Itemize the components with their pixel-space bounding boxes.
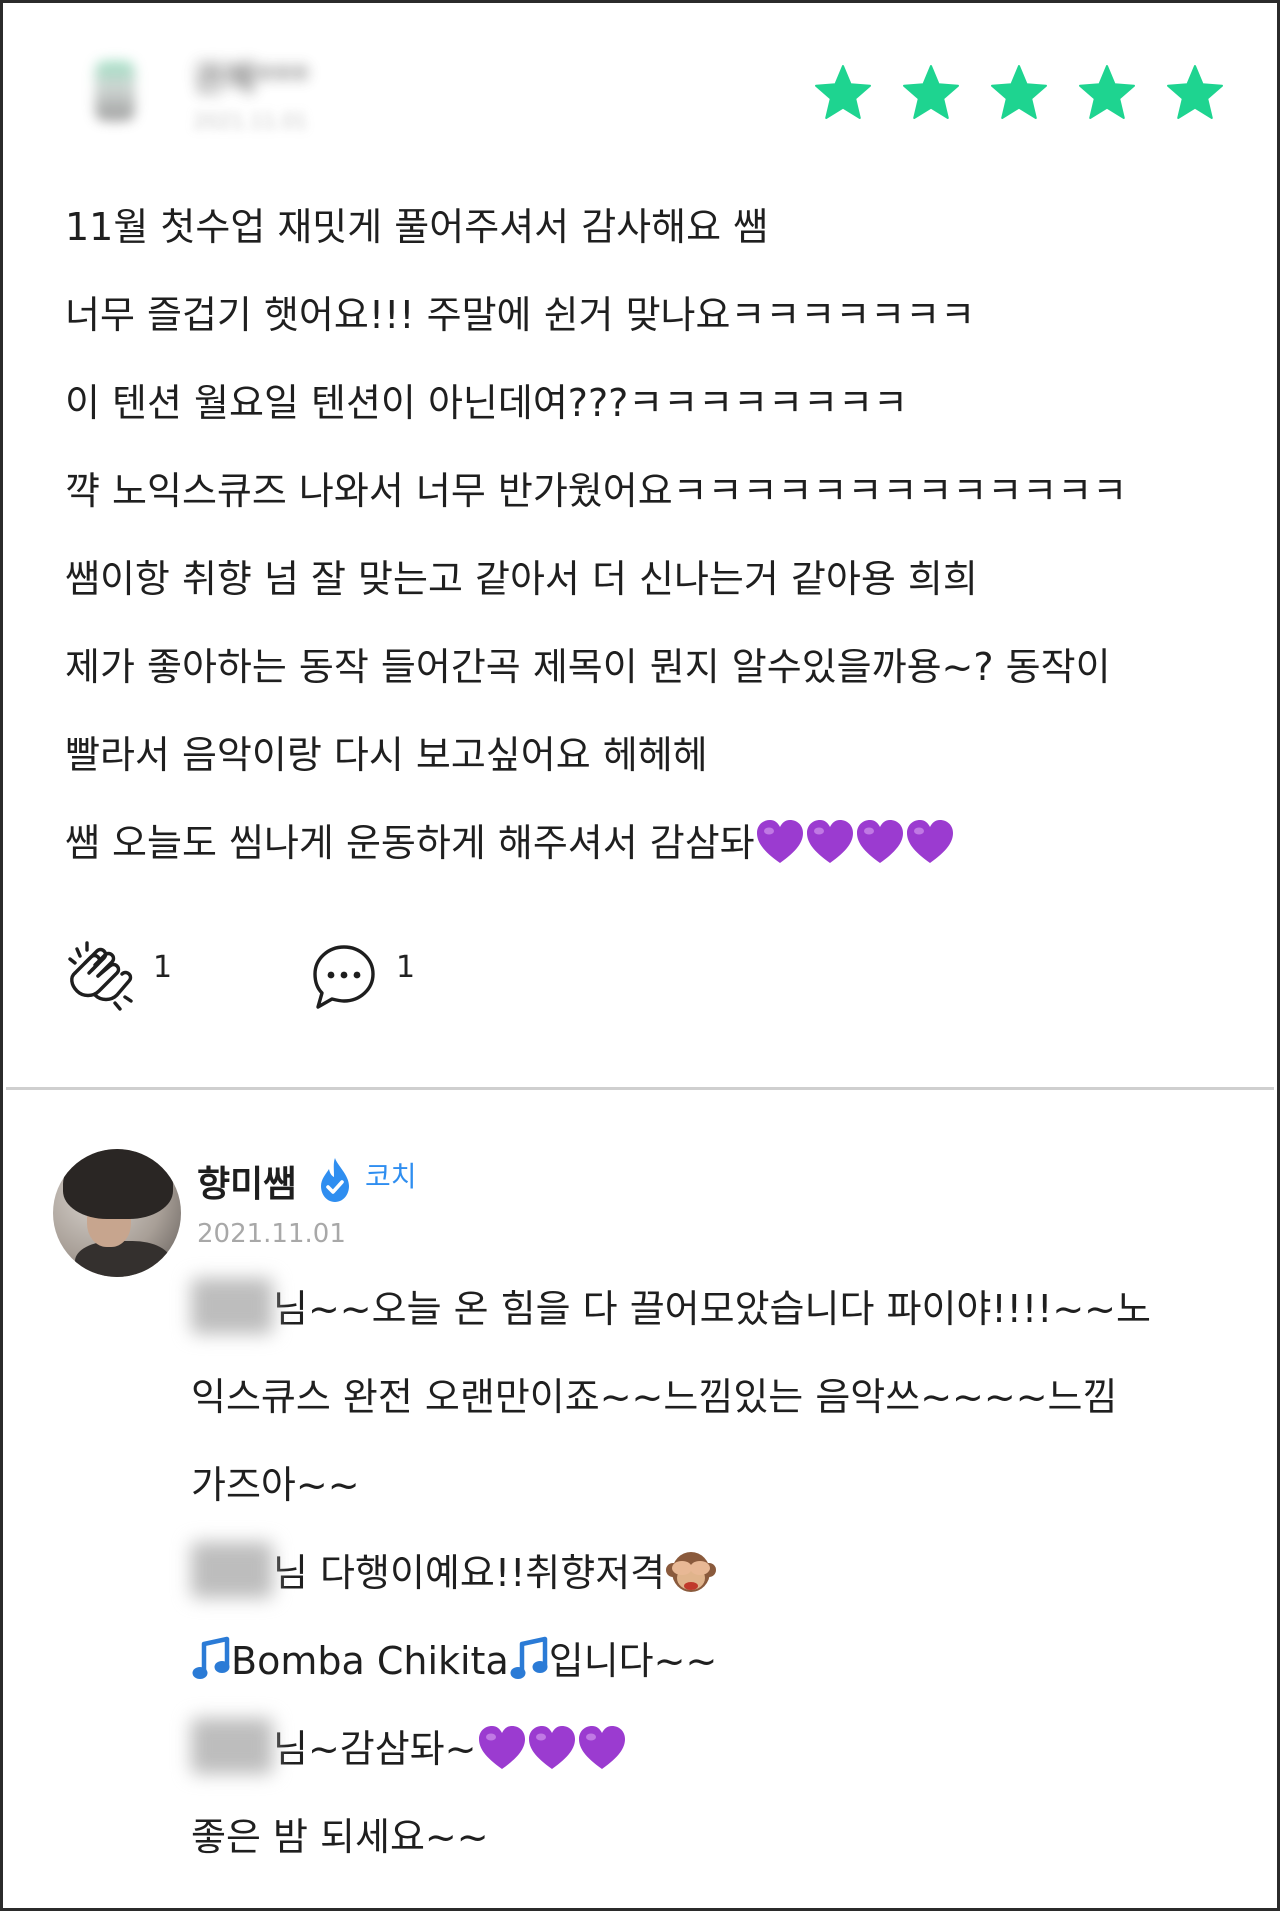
reviewer-avatar[interactable] [95,61,135,121]
musical-note-emoji [191,1636,231,1684]
see-no-evil-monkey-emoji [666,1552,717,1592]
purple-heart-emoji [855,818,905,866]
reply-body: 님~~오늘 온 힘을 다 끌어모았습니다 파이야!!!!~~노 익스큐스 완전 … [191,1275,1251,1891]
star-icon [989,63,1049,123]
clap-button[interactable]: 1 [65,937,172,1017]
reply-line: 님~~오늘 온 힘을 다 끌어모았습니다 파이야!!!!~~노 [191,1275,1251,1363]
review-line: 너무 즐겁기 햇어요!!! 주말에 쉰거 맞나요ㅋㅋㅋㅋㅋㅋㅋ [65,293,976,337]
coach-name[interactable]: 향미쌤 [197,1155,296,1207]
mention-blur [191,1278,273,1334]
coach-avatar[interactable] [53,1149,181,1277]
purple-heart-emoji [477,1724,527,1772]
review-line: 11월 첫수업 재밋게 풀어주셔서 감사해요 쌤 [65,205,769,249]
star-icon [901,63,961,123]
reply-line: 가즈아~~ [191,1463,360,1507]
star-icon [1077,63,1137,123]
review-body: 11월 첫수업 재밋게 풀어주셔서 감사해요 쌤 너무 즐겁기 햇어요!!! 주… [65,193,1245,897]
reviewer-date: 2021.11.01 [193,109,308,133]
reply-line-text: 님~~오늘 온 힘을 다 끌어모았습니다 파이야!!!!~~노 [273,1287,1151,1331]
reply-line: 님 다행이예요!!취향저격 [191,1539,1251,1627]
star-icon [1165,63,1225,123]
purple-heart-emoji [905,818,955,866]
star-rating [813,63,1225,123]
review-line: 쌤이항 취향 넘 잘 맞는고 같아서 더 신나는거 같아용 희희 [65,557,978,601]
mention-blur [191,1542,273,1598]
reviewer-name: 권혜*** [193,59,309,99]
mention-blur [191,1718,273,1774]
purple-heart-emoji [755,818,805,866]
review-line: 꺅 노익스큐즈 나와서 너무 반가웠어요ㅋㅋㅋㅋㅋㅋㅋㅋㅋㅋㅋㅋㅋ [65,469,1128,513]
star-icon [813,63,873,123]
coach-badge: 코치 [365,1160,417,1193]
reply-line: 좋은 밤 되세요~~ [191,1815,489,1859]
review-line: 쌤 오늘도 씸나게 운동하게 해주셔서 감삼돠 [65,809,1245,897]
reply-date: 2021.11.01 [197,1219,346,1249]
purple-heart-emoji [527,1724,577,1772]
verified-check-icon [321,1158,349,1202]
review-line: 이 텐션 월요일 텐션이 아닌데여???ㅋㅋㅋㅋㅋㅋㅋㅋ [65,381,908,425]
speech-bubble-icon [313,945,375,1009]
reply-line-text: 님~감삼돠~ [273,1727,477,1771]
clapping-hands-icon [68,941,133,1011]
review-card: 권혜*** 2021.11.01 11월 첫수업 재밋게 풀어주셔서 감사해요 … [0,0,1280,1911]
divider [6,1087,1274,1090]
musical-note-emoji [509,1636,549,1684]
purple-heart-emoji [805,818,855,866]
song-title: Bomba Chikita [231,1639,509,1683]
comment-count: 1 [396,949,416,985]
review-line: 제가 좋아하는 동작 들어간곡 제목이 뭔지 알수있을까용~? 동작이 [65,645,1111,689]
reply-line-text: 입니다~~ [548,1639,718,1683]
comment-button[interactable]: 1 [310,937,415,1017]
clap-count: 1 [153,949,173,985]
review-line-text: 쌤 오늘도 씸나게 운동하게 해주셔서 감삼돠 [65,821,755,865]
reply-line: Bomba Chikita 입니다~~ [191,1627,1251,1715]
review-line: 빨라서 음악이랑 다시 보고싶어요 헤헤헤 [65,733,708,777]
purple-heart-emoji [577,1724,627,1772]
reply-line: 익스큐스 완전 오랜만이죠~~느낌있는 음악쓰~~~~느낌 [191,1375,1118,1419]
reply-line: 님~감삼돠~ [191,1715,1251,1803]
reply-line-text: 님 다행이예요!!취향저격 [273,1551,666,1595]
